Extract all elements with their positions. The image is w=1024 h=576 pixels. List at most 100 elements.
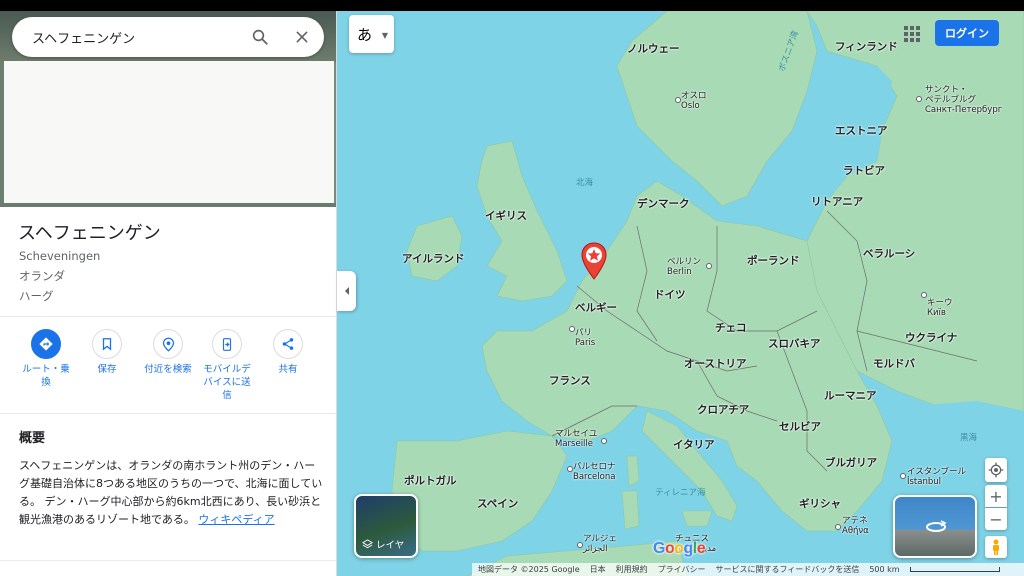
share-icon <box>273 329 303 359</box>
overview-text: スヘフェニンゲンは、オランダの南ホラント州のデン・ハーグ基礎自治体に8つある地区… <box>19 457 324 529</box>
photo-placeholder <box>4 61 334 203</box>
directions-button[interactable]: ルート・乗換 <box>17 329 75 389</box>
region-link[interactable]: 日本 <box>590 564 606 575</box>
city-name: Barcelona <box>573 472 616 482</box>
chevron-left-icon <box>344 287 349 295</box>
city-name: Київ <box>927 308 946 318</box>
label-denmark: デンマーク <box>637 198 690 210</box>
share-label: 共有 <box>278 364 298 375</box>
label-lithuania: リトアニア <box>811 196 864 208</box>
city-dot <box>601 438 607 444</box>
label-spain: スペイン <box>477 498 519 510</box>
nearby-icon <box>153 329 183 359</box>
label-bulgaria: ブルガリア <box>825 457 878 469</box>
city-name-ja: マルセイユ <box>555 429 598 439</box>
search-icon <box>252 29 268 45</box>
pegman-icon <box>993 539 999 555</box>
nearby-button[interactable]: 付近を検索 <box>139 329 197 376</box>
sea-black-sea: 黒海 <box>960 433 978 443</box>
scale-label[interactable]: 500 km <box>869 565 899 574</box>
label-belarus: ベラルーシ <box>863 248 916 260</box>
city-name-ja: キーウ <box>927 298 953 308</box>
city-name-ja: ペテルブルグ <box>925 95 977 105</box>
privacy-link[interactable]: プライバシー <box>658 564 706 575</box>
sea-tyrrhenian: ティレニア海 <box>655 488 706 498</box>
layers-button[interactable]: レイヤ <box>354 494 418 558</box>
city-name-ja: パリ <box>575 328 593 338</box>
city-name-ja: バルセロナ <box>573 462 616 472</box>
city-name-ja: サンクト・ <box>925 85 968 95</box>
city-athens[interactable]: アテネ Αθήνα <box>842 516 869 536</box>
city-istanbul[interactable]: イスタンブール İstanbul <box>907 467 966 487</box>
city-name: الجزائر <box>583 544 608 554</box>
input-method-toggle[interactable]: あ ▼ <box>349 15 394 53</box>
layers-label: レイヤ <box>376 540 405 551</box>
label-uk: イギリス <box>485 210 527 222</box>
label-serbia: セルビア <box>779 421 821 433</box>
minus-icon: − <box>989 509 1003 529</box>
city-name-ja: アルジェ <box>583 534 617 544</box>
send-to-phone-button[interactable]: モバイルデバイスに送信 <box>198 329 256 402</box>
maps-app: スヘフェニンゲン Scheveningen オランダ ハーグ ルート・乗換 保存 <box>0 11 1024 576</box>
city-name: Αθήνα <box>842 526 869 536</box>
pegman-button[interactable] <box>985 536 1007 558</box>
city-name: Marseille <box>555 439 594 449</box>
city-name: Oslo <box>681 101 700 111</box>
rotate-360-icon <box>926 520 947 532</box>
label-latvia: ラトビア <box>843 165 885 177</box>
save-label: 保存 <box>97 364 117 375</box>
map-pin-icon <box>581 242 607 280</box>
search-button[interactable] <box>248 25 272 49</box>
city-oslo[interactable]: オスロ Oslo <box>681 91 707 111</box>
city-name: Санкт-Петербург <box>925 105 1003 115</box>
ime-label: あ <box>357 25 373 44</box>
send-to-phone-icon <box>212 329 242 359</box>
place-title: スヘフェニンゲン <box>18 223 161 244</box>
label-austria: オーストリア <box>684 358 747 370</box>
location-marker[interactable] <box>581 242 607 280</box>
my-location-button[interactable] <box>985 458 1007 482</box>
plus-icon: + <box>989 486 1003 506</box>
feedback-link[interactable]: サービスに関するフィードバックを送信 <box>716 564 860 575</box>
city-paris[interactable]: パリ Paris <box>575 328 595 348</box>
city-name: Paris <box>575 338 596 348</box>
divider <box>0 560 336 561</box>
city-barcelona[interactable]: バルセロナ Barcelona <box>573 462 616 482</box>
overview-heading: 概要 <box>19 431 46 446</box>
map-canvas[interactable]: ノルウェー フィンランド エストニア ラトビア リトアニア デンマーク イギリス… <box>337 11 1024 576</box>
label-belgium: ベルギー <box>575 302 617 314</box>
city-algiers[interactable]: アルジェ الجزائر <box>583 534 617 554</box>
apps-grid-icon[interactable] <box>903 25 921 43</box>
attribution: 地図データ ©2025 Google <box>478 565 580 574</box>
clear-search-button[interactable] <box>290 25 314 49</box>
city-kyiv[interactable]: キーウ Київ <box>927 298 953 318</box>
city-dot <box>835 524 841 530</box>
share-button[interactable]: 共有 <box>259 329 317 376</box>
zoom-out-button[interactable]: − <box>985 508 1007 530</box>
close-icon <box>296 31 308 43</box>
label-poland: ポーランド <box>747 255 800 267</box>
city-name-ja: ベルリン <box>667 257 702 267</box>
street-view-thumbnail[interactable] <box>893 495 977 558</box>
scale-bar <box>909 567 1000 572</box>
city-dot <box>900 473 906 479</box>
city-name-ja: アテネ <box>842 516 868 526</box>
city-berlin[interactable]: ベルリン Berlin <box>667 257 701 277</box>
map-footer: 地図データ ©2025 Google 日本 利用規約 プライバシー サービスに関… <box>472 563 1024 576</box>
label-czech: チェコ <box>715 322 747 334</box>
collapse-panel-button[interactable] <box>337 271 356 311</box>
city-st-petersburg[interactable]: サンクト・ ペテルブルグ Санкт-Петербург <box>925 85 1002 115</box>
place-latin-name: Scheveningen <box>19 249 101 263</box>
save-button[interactable]: 保存 <box>78 329 136 376</box>
login-button[interactable]: ログイン <box>935 20 999 46</box>
label-germany: ドイツ <box>654 289 686 301</box>
terms-link[interactable]: 利用規約 <box>616 564 648 575</box>
zoom-in-button[interactable]: + <box>985 485 1007 507</box>
google-logo: Google <box>653 540 706 557</box>
photo-edge <box>0 203 336 207</box>
search-input[interactable] <box>32 17 242 57</box>
city-marseille[interactable]: マルセイユ Marseille <box>555 429 597 449</box>
wikipedia-link[interactable]: ウィキペディア <box>198 513 274 526</box>
directions-label: ルート・乗換 <box>22 364 70 388</box>
nearby-label: 付近を検索 <box>144 364 192 375</box>
